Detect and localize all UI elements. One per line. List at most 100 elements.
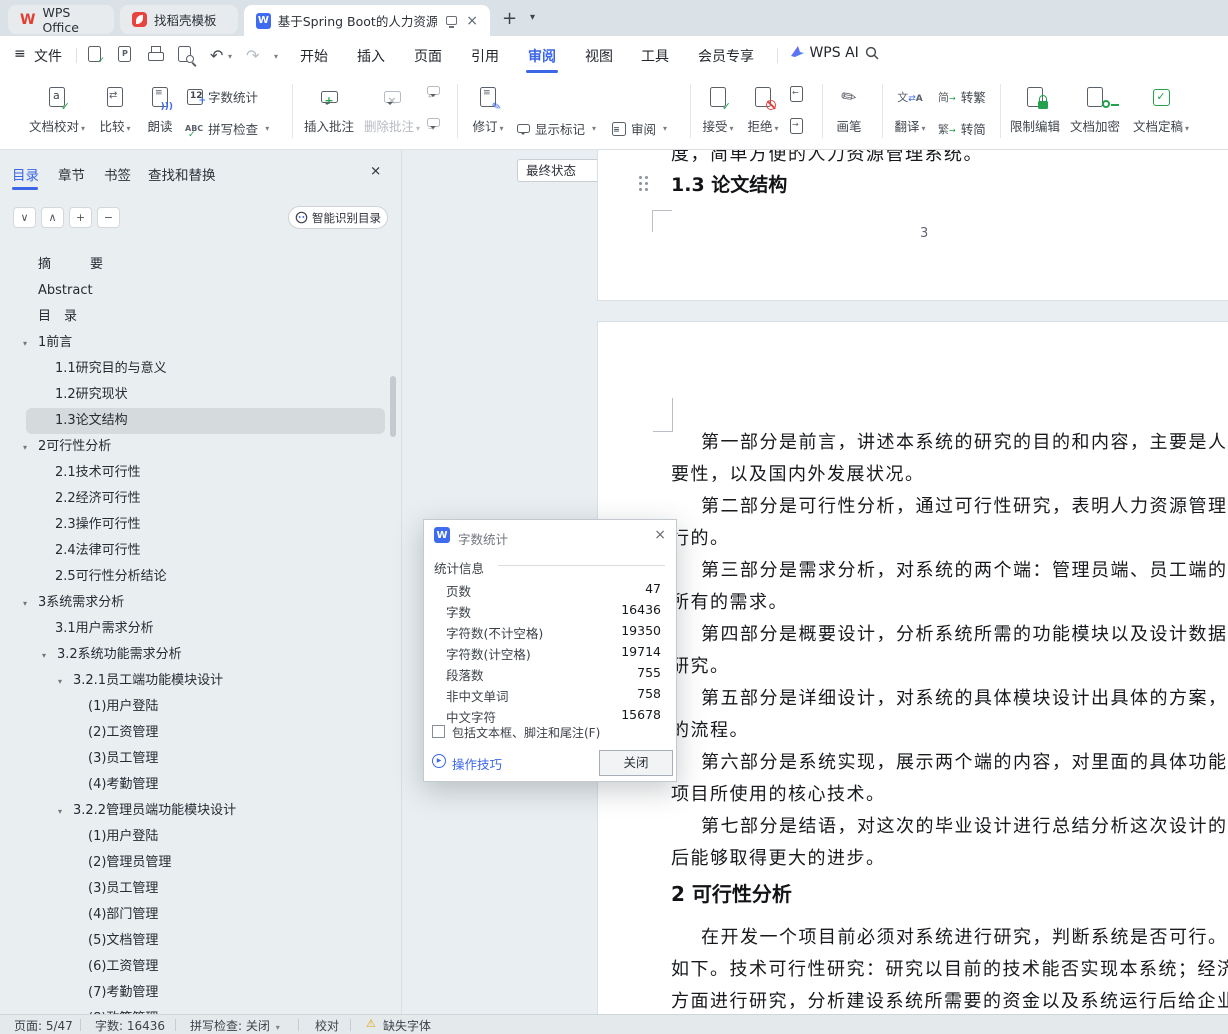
- toc-item[interactable]: ▾ 2可行性分析: [0, 434, 395, 460]
- document-text-line[interactable]: 第七部分是结语，对这次的毕业设计进行总结分析这次设计的优点和缺陷: [701, 814, 1228, 840]
- close-tab-icon[interactable]: ×: [466, 14, 478, 28]
- encrypt-document-button[interactable]: 文档加密: [1066, 82, 1124, 135]
- wps-ai-button[interactable]: WPS AI: [790, 44, 859, 61]
- save-icon[interactable]: ✓: [88, 46, 105, 66]
- document-text-line[interactable]: 度，简单方便的人力资源管理系统。: [671, 150, 983, 168]
- undo-icon[interactable]: ↶: [210, 46, 223, 65]
- review-pane-button[interactable]: ≡ 审阅 ▾: [612, 119, 667, 138]
- print-icon[interactable]: [148, 46, 164, 65]
- redo-icon[interactable]: ↷: [246, 46, 259, 65]
- document-page-3[interactable]: 度，简单方便的人力资源管理系统。 1.3 论文结构 3: [598, 150, 1228, 300]
- menu-tab-view[interactable]: 视图: [585, 46, 613, 66]
- toc-item[interactable]: (5)文档管理: [0, 928, 395, 954]
- word-count-indicator[interactable]: 字数: 16436: [95, 1017, 165, 1034]
- menu-tab-home[interactable]: 开始: [300, 46, 328, 66]
- close-button[interactable]: 关闭: [599, 750, 673, 776]
- undo-chevron-icon[interactable]: ▾: [228, 52, 232, 61]
- toc-item[interactable]: (3)员工管理: [0, 876, 395, 902]
- document-text-line[interactable]: 项目所使用的核心技术。: [671, 782, 886, 808]
- export-pdf-icon[interactable]: P: [118, 46, 131, 66]
- search-icon[interactable]: [864, 45, 880, 65]
- document-text-line[interactable]: 行的。: [671, 526, 730, 552]
- reader-mode-icon[interactable]: [446, 16, 458, 28]
- document-text-line[interactable]: 在开发一个项目前必须对系统进行研究，判断系统是否可行。本系统的可: [701, 925, 1228, 951]
- menu-tab-reference[interactable]: 引用: [471, 46, 499, 66]
- menu-tab-insert[interactable]: 插入: [357, 46, 385, 66]
- document-text-line[interactable]: 第五部分是详细设计，对系统的具体模块设计出具体的方案，并用时序图: [701, 686, 1228, 712]
- accept-change-button[interactable]: ✓ 接受 ▾: [695, 82, 741, 135]
- toc-item[interactable]: 2.1技术可行性: [0, 460, 395, 486]
- document-heading-2[interactable]: 2 可行性分析: [671, 878, 792, 907]
- document-text-line[interactable]: 后能够取得更大的进步。: [671, 846, 886, 872]
- collapse-up-button[interactable]: ∧: [41, 207, 64, 228]
- toc-item[interactable]: 1.2研究现状: [0, 382, 395, 408]
- document-text-line[interactable]: 第一部分是前言，讲述本系统的研究的目的和内容，主要是人力资源管理: [701, 430, 1228, 456]
- toc-item[interactable]: (1)用户登陆: [0, 824, 395, 850]
- restrict-editing-button[interactable]: 限制编辑: [1006, 82, 1064, 135]
- toc-item[interactable]: ▾ 3.2.2管理员端功能模块设计: [0, 798, 395, 824]
- toc-item[interactable]: (3)员工管理: [0, 746, 395, 772]
- document-text-line[interactable]: 要性，以及国内外发展状况。: [671, 462, 925, 488]
- delete-comment-button[interactable]: × 删除批注 ▾: [360, 82, 424, 135]
- toc-item[interactable]: ▾ 3系统需求分析: [0, 590, 395, 616]
- toc-item[interactable]: ▾ 3.2.1员工端功能模块设计: [0, 668, 395, 694]
- toc-item[interactable]: (4)考勤管理: [0, 772, 395, 798]
- spell-check-indicator[interactable]: 拼写检查: 关闭 ▾: [190, 1017, 280, 1034]
- reject-change-button[interactable]: 拒绝 ▾: [740, 82, 786, 135]
- toc-item[interactable]: (6)工资管理: [0, 954, 395, 980]
- traditional-to-simplified-button[interactable]: 繁→ 转简: [938, 119, 986, 138]
- word-count-button[interactable]: 12 + 字数统计: [187, 87, 258, 106]
- translate-button[interactable]: 文⇄A 翻译 ▾: [886, 82, 934, 135]
- toc-item[interactable]: (7)考勤管理: [0, 980, 395, 1006]
- menu-tab-review[interactable]: 审阅: [528, 46, 556, 66]
- toc-item-selected[interactable]: 1.3论文结构: [26, 408, 385, 434]
- toc-item[interactable]: 2.2经济可行性: [0, 486, 395, 512]
- doc-proofread-button[interactable]: a ✓ 文档校对 ▾: [19, 82, 95, 135]
- read-aloud-button[interactable]: ≡))) 朗读: [135, 82, 185, 135]
- insert-comment-button[interactable]: + 插入批注: [300, 82, 358, 135]
- document-text-line[interactable]: 第六部分是系统实现，展示两个端的内容，对里面的具体功能模块做介绍: [701, 750, 1228, 776]
- file-menu[interactable]: 文件: [34, 46, 62, 66]
- toc-item[interactable]: 摘 要: [0, 252, 395, 278]
- tab-wps-office[interactable]: W WPS Office: [8, 5, 114, 35]
- toc-item[interactable]: Abstract: [0, 278, 395, 304]
- track-changes-button[interactable]: ≡ ✎ 修订 ▾: [462, 82, 514, 135]
- finalize-document-button[interactable]: ✓ 文档定稿 ▾: [1126, 82, 1196, 135]
- toc-item[interactable]: (2)工资管理: [0, 720, 395, 746]
- previous-change-icon[interactable]: ←: [790, 86, 803, 102]
- paragraph-drag-handle-icon[interactable]: [639, 176, 642, 179]
- toc-item[interactable]: 2.5可行性分析结论: [0, 564, 395, 590]
- menu-tab-page[interactable]: 页面: [414, 46, 442, 66]
- spell-check-button[interactable]: ABC ✓ 拼写检查 ▾: [185, 119, 269, 140]
- hamburger-icon[interactable]: ≡: [14, 46, 26, 62]
- document-text-line[interactable]: 方面进行研究，分析建设系统所需要的资金以及系统运行后给企业带来的经济: [671, 989, 1228, 1015]
- toc-item[interactable]: 3.1用户需求分析: [0, 616, 395, 642]
- smart-toc-button[interactable]: 智能识别目录: [288, 206, 388, 229]
- sidebar-tab-toc[interactable]: 目录: [12, 164, 39, 184]
- toc-item[interactable]: 2.3操作可行性: [0, 512, 395, 538]
- show-markup-button[interactable]: 显示标记 ▾: [517, 119, 596, 138]
- proofread-button[interactable]: 校对: [315, 1017, 339, 1034]
- document-page-4[interactable]: 第一部分是前言，讲述本系统的研究的目的和内容，主要是人力资源管理 要性，以及国内…: [598, 322, 1228, 1014]
- document-text-line[interactable]: 研究。: [671, 654, 730, 680]
- tab-docer-templates[interactable]: 找稻壳模板: [120, 5, 238, 34]
- sidebar-scrollbar-thumb[interactable]: [390, 376, 396, 437]
- page-indicator[interactable]: 页面: 5/47: [14, 1017, 73, 1034]
- previous-comment-icon[interactable]: ←: [427, 86, 440, 101]
- document-text-line[interactable]: 的流程。: [671, 718, 749, 744]
- document-text-line[interactable]: 第二部分是可行性分析，通过可行性研究，表明人力资源管理管理系统的: [701, 494, 1228, 520]
- toc-item[interactable]: (8)政策管理: [0, 1006, 395, 1014]
- close-sidebar-icon[interactable]: ×: [370, 164, 381, 179]
- next-change-icon[interactable]: →: [790, 118, 803, 134]
- next-comment-icon[interactable]: →: [427, 118, 440, 133]
- collapse-all-button[interactable]: −: [97, 207, 120, 228]
- more-commands-chevron-icon[interactable]: ▾: [274, 52, 278, 61]
- toc-item[interactable]: (4)部门管理: [0, 902, 395, 928]
- document-text-line[interactable]: 第三部分是需求分析，对系统的两个端：管理员端、员工端的需求进行分: [701, 558, 1228, 584]
- missing-font-indicator[interactable]: 缺失字体: [383, 1017, 431, 1034]
- toc-item[interactable]: (1)用户登陆: [0, 694, 395, 720]
- pen-button[interactable]: ✎ 画笔: [827, 82, 871, 135]
- expand-down-button[interactable]: ∨: [13, 207, 36, 228]
- document-text-line[interactable]: 第四部分是概要设计，分析系统所需的功能模块以及设计数据库，对系统: [701, 622, 1228, 648]
- tab-list-chevron-icon[interactable]: ▾: [530, 12, 535, 23]
